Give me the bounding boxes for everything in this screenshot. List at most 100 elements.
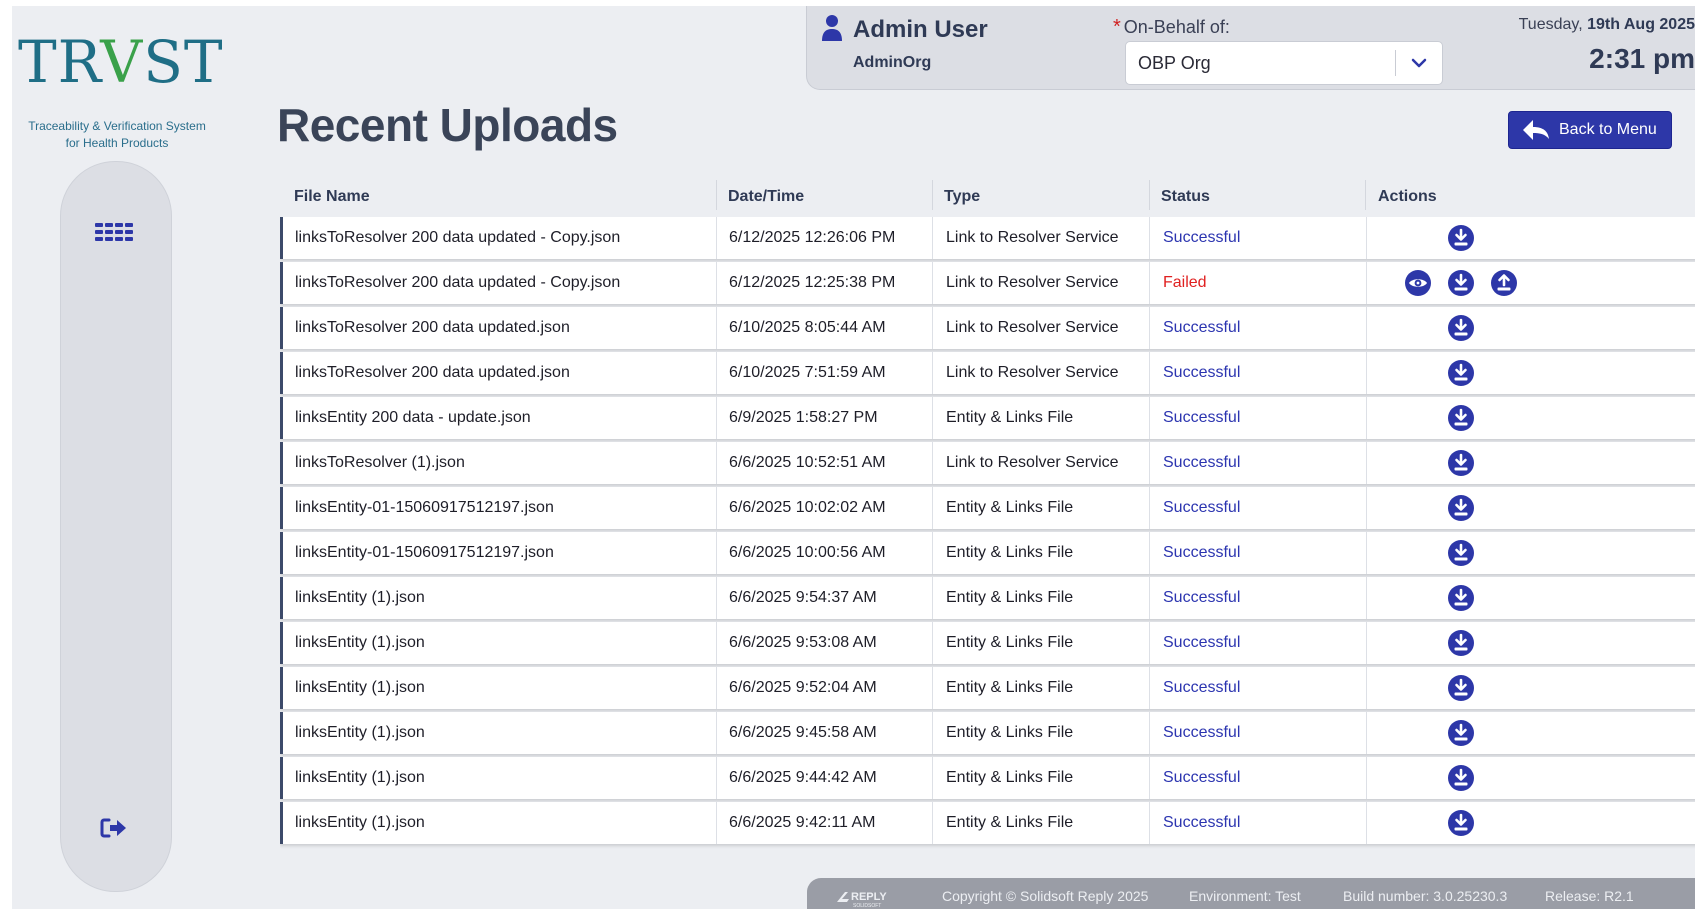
date-time-cell: 6/6/2025 10:52:51 AM	[729, 454, 886, 471]
download-icon[interactable]	[1447, 809, 1475, 837]
download-icon[interactable]	[1447, 719, 1475, 747]
cell-divider	[1149, 667, 1150, 709]
cell-divider	[716, 712, 717, 754]
table-row[interactable]: linksToResolver 200 data updated.json 6/1…	[280, 307, 1695, 349]
cell-divider	[1366, 442, 1367, 484]
date-time-cell: 6/6/2025 9:45:58 AM	[729, 724, 877, 741]
table-row[interactable]: linksEntity-01-15060917512197.json 6/6/20…	[280, 532, 1695, 574]
table-row[interactable]: linksEntity (1).json 6/6/2025 9:45:58 AM E…	[280, 712, 1695, 754]
download-icon[interactable]	[1447, 494, 1475, 522]
type-cell: Entity & Links File	[946, 409, 1074, 426]
file-name-cell: linksToResolver 200 data updated - Copy.…	[295, 229, 621, 246]
on-behalf-value: OBP Org	[1138, 53, 1211, 73]
type-cell: Entity & Links File	[946, 634, 1074, 651]
logout-icon[interactable]	[100, 816, 128, 840]
cell-divider	[1366, 217, 1367, 259]
release-text: Release: R2.1	[1545, 888, 1634, 904]
copyright-text: Copyright © Solidsoft Reply 2025	[942, 888, 1149, 904]
type-cell: Entity & Links File	[946, 769, 1074, 786]
type-cell: Link to Resolver Service	[946, 319, 1119, 336]
type-cell: Link to Resolver Service	[946, 274, 1119, 291]
cell-divider	[932, 532, 933, 574]
table-row[interactable]: linksEntity (1).json 6/6/2025 9:52:04 AM E…	[280, 667, 1695, 709]
date-time-cell: 6/12/2025 12:26:06 PM	[729, 229, 896, 246]
date-time-cell: 6/12/2025 12:25:38 PM	[729, 274, 896, 291]
column-date-time: Date/Time	[728, 188, 805, 205]
download-icon[interactable]	[1447, 224, 1475, 252]
download-icon[interactable]	[1447, 404, 1475, 432]
uploads-table-body: linksToResolver 200 data updated - Copy.…	[280, 217, 1695, 909]
date-time-cell: 6/6/2025 9:53:08 AM	[729, 634, 877, 651]
back-to-menu-button[interactable]: Back to Menu	[1508, 111, 1672, 149]
status-cell: Successful	[1163, 544, 1241, 561]
cell-divider	[1149, 307, 1150, 349]
date-time-cell: 6/6/2025 9:44:42 AM	[729, 769, 877, 786]
current-time: 2:31 pm	[1589, 43, 1695, 74]
logo-wordmark: TRVST	[18, 28, 224, 96]
cell-divider	[716, 262, 717, 304]
download-icon[interactable]	[1447, 269, 1475, 297]
user-header: Admin User AdminOrg * On-Behalf of: OBP O…	[806, 6, 1695, 90]
cell-divider	[932, 352, 933, 394]
column-file-name: File Name	[294, 188, 370, 205]
view-icon[interactable]	[1404, 269, 1432, 297]
cell-divider	[932, 577, 933, 619]
table-row[interactable]: linksEntity 200 data - update.json 6/9/20…	[280, 397, 1695, 439]
status-cell: Successful	[1163, 319, 1241, 336]
cell-divider	[716, 577, 717, 619]
status-cell: Successful	[1163, 454, 1241, 471]
cell-divider	[716, 757, 717, 799]
download-icon[interactable]	[1447, 314, 1475, 342]
cell-divider	[716, 622, 717, 664]
column-actions: Actions	[1378, 188, 1437, 205]
table-row[interactable]: linksToResolver 200 data updated - Copy.…	[280, 262, 1695, 304]
cell-divider	[1149, 712, 1150, 754]
file-name-cell: linksToResolver 200 data updated.json	[295, 364, 570, 381]
download-icon[interactable]	[1447, 359, 1475, 387]
table-row[interactable]: linksEntity (1).json 6/6/2025 9:53:08 AM E…	[280, 622, 1695, 664]
download-icon[interactable]	[1447, 764, 1475, 792]
cell-divider	[932, 667, 933, 709]
download-icon[interactable]	[1447, 539, 1475, 567]
file-name-cell: linksEntity (1).json	[295, 769, 425, 786]
type-cell: Entity & Links File	[946, 544, 1074, 561]
column-divider	[1149, 180, 1150, 210]
chevron-down-icon[interactable]	[1411, 56, 1427, 70]
download-icon[interactable]	[1447, 449, 1475, 477]
upload-icon[interactable]	[1490, 269, 1518, 297]
cell-divider	[716, 352, 717, 394]
reply-logo: REPLY SOLIDSOFT	[835, 888, 897, 909]
date-time-cell: 6/6/2025 10:02:02 AM	[729, 499, 886, 516]
footer: REPLY SOLIDSOFT Copyright © Solidsoft Re…	[807, 878, 1695, 909]
table-row[interactable]: linksEntity (1).json 6/6/2025 9:44:42 AM E…	[280, 757, 1695, 799]
table-row[interactable]: linksToResolver 200 data updated - Copy.…	[280, 217, 1695, 259]
file-name-cell: linksEntity (1).json	[295, 814, 425, 831]
type-cell: Link to Resolver Service	[946, 454, 1119, 471]
table-row[interactable]: linksEntity-01-15060917512197.json 6/6/20…	[280, 487, 1695, 529]
table-row[interactable]: linksEntity (1).json 6/6/2025 9:42:11 AM E…	[280, 802, 1695, 844]
cell-divider	[1149, 802, 1150, 844]
date-time-cell: 6/10/2025 8:05:44 AM	[729, 319, 886, 336]
cell-divider	[1149, 262, 1150, 304]
cell-divider	[1149, 352, 1150, 394]
cell-divider	[1366, 622, 1367, 664]
cell-divider	[716, 532, 717, 574]
file-name-cell: linksToResolver 200 data updated.json	[295, 319, 570, 336]
app-window: TRVST Traceability & Verification System…	[12, 6, 1695, 909]
type-cell: Entity & Links File	[946, 814, 1074, 831]
grid-menu-icon[interactable]	[93, 220, 135, 244]
status-cell: Successful	[1163, 724, 1241, 741]
on-behalf-select[interactable]: OBP Org	[1125, 41, 1443, 85]
cell-divider	[716, 307, 717, 349]
download-icon[interactable]	[1447, 584, 1475, 612]
column-divider	[716, 180, 717, 210]
table-row[interactable]: linksToResolver 200 data updated.json 6/1…	[280, 352, 1695, 394]
cell-divider	[716, 217, 717, 259]
download-icon[interactable]	[1447, 629, 1475, 657]
table-row[interactable]: linksEntity (1).json 6/6/2025 9:54:37 AM E…	[280, 577, 1695, 619]
file-name-cell: linksEntity (1).json	[295, 724, 425, 741]
cell-divider	[932, 757, 933, 799]
download-icon[interactable]	[1447, 674, 1475, 702]
table-row[interactable]: linksToResolver (1).json 6/6/2025 10:52:5…	[280, 442, 1695, 484]
file-name-cell: linksEntity 200 data - update.json	[295, 409, 531, 426]
